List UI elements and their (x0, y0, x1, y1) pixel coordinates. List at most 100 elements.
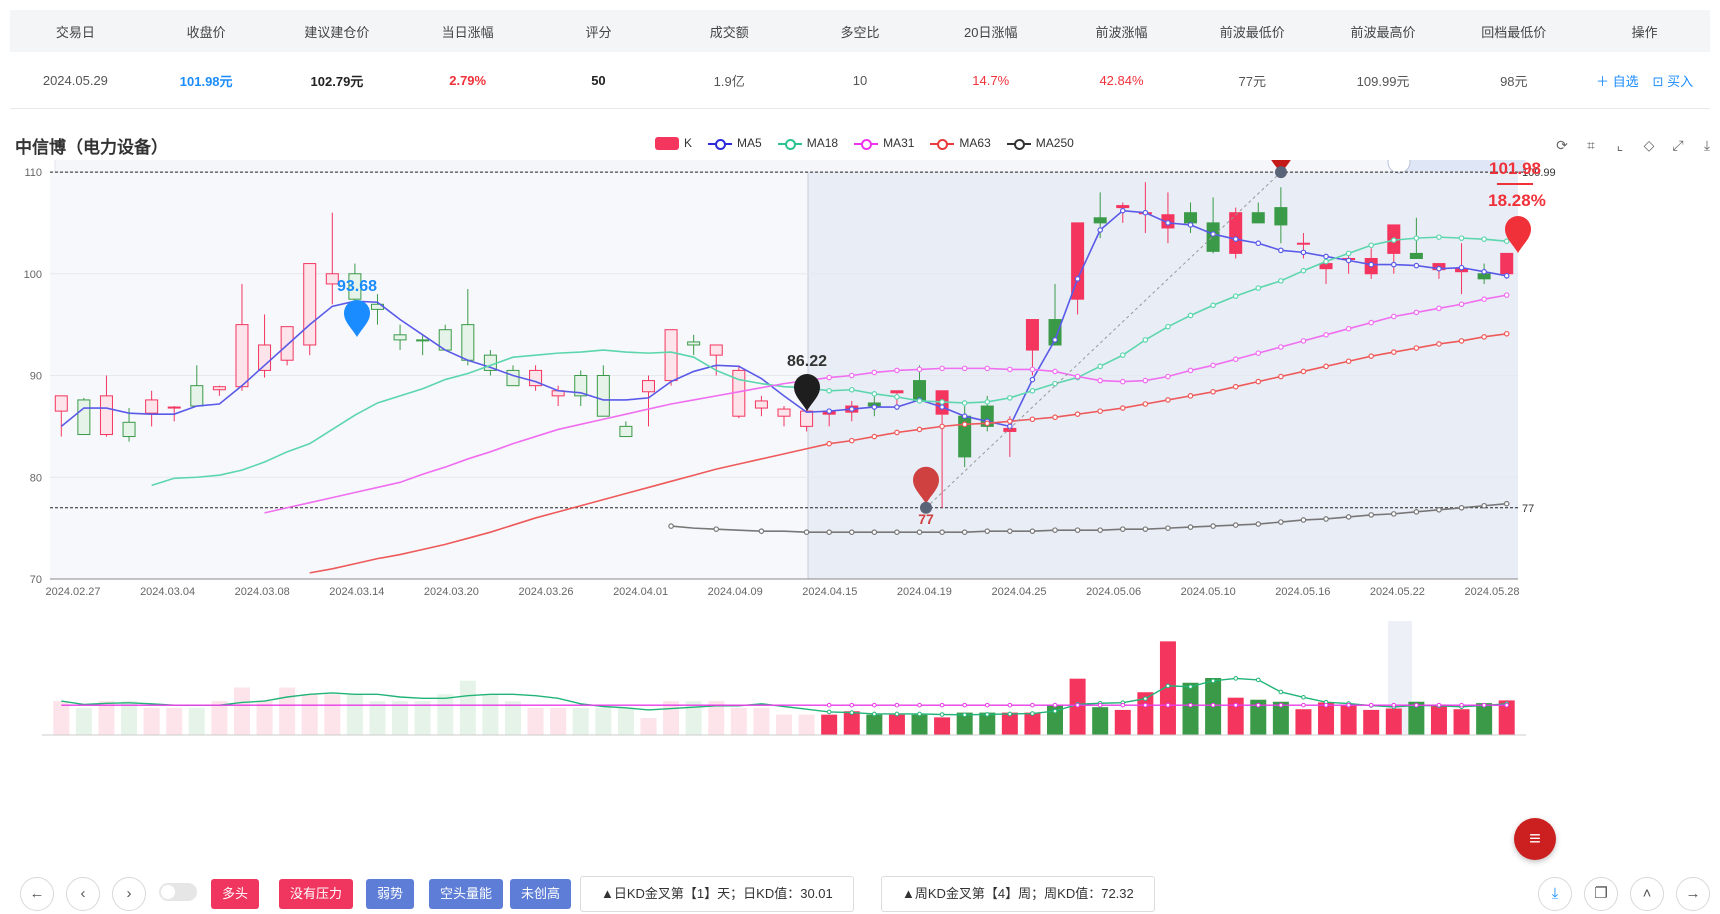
ma-point (1187, 524, 1194, 530)
ma-point (1300, 517, 1307, 523)
ma-point (1165, 397, 1171, 403)
weekly-kd-info[interactable]: ▲周KD金叉第【4】周；周KD值：72.32 (881, 876, 1155, 912)
legend-item-ma31[interactable]: MA31 (854, 136, 914, 150)
tag-weak[interactable]: 弱势 (366, 879, 415, 909)
volume-ma-point (1143, 702, 1148, 708)
scroll-top-button[interactable]: ˄ (1630, 877, 1664, 911)
ma-point (1458, 301, 1465, 308)
candle-body (235, 324, 249, 388)
trade-date: 2024.05.29 (42, 72, 108, 88)
legend-item-ma63[interactable]: MA63 (930, 136, 991, 150)
volume-bar (211, 701, 228, 735)
zoom-select-icon[interactable]: ⌗ (1582, 136, 1600, 154)
ma-point (1142, 337, 1149, 343)
legend-item-k[interactable]: K (655, 136, 692, 150)
y-tick-label: 70 (30, 574, 42, 586)
candle-body (303, 263, 317, 346)
candle-body (777, 408, 791, 417)
volume-ma-point (849, 702, 855, 708)
tag-bull[interactable]: 多头 (211, 879, 260, 909)
ma-point (939, 423, 945, 430)
volume-bar (798, 714, 815, 735)
candle-body (461, 324, 475, 361)
volume-bar (279, 687, 296, 735)
candle-body (258, 344, 272, 371)
volume-ma-point (849, 710, 855, 715)
tag-no-pressure[interactable]: 没有压力 (279, 879, 354, 909)
volume-bar (1024, 712, 1041, 735)
tag-bear-volume[interactable]: 空头量能 (429, 879, 504, 909)
next-button[interactable]: › (112, 877, 146, 911)
buy-button[interactable]: ⊡ 买入 (1653, 71, 1694, 90)
ma-point (1074, 276, 1081, 282)
volume-ma-point (1301, 702, 1306, 708)
add-watchlist-button[interactable]: ＋ 自选 (1596, 71, 1639, 90)
volume-ma-point (1368, 702, 1374, 708)
volume-ma-point (1233, 702, 1238, 708)
forward-button[interactable]: → (1676, 877, 1710, 911)
back-button[interactable]: ← (20, 877, 54, 911)
save-image-icon[interactable]: ⤓ (1698, 136, 1716, 154)
candle-body (1274, 207, 1288, 226)
volume-bar (53, 701, 70, 735)
legend-item-ma250[interactable]: MA250 (1006, 136, 1074, 150)
volume-bar (414, 701, 431, 735)
refresh-icon[interactable]: ⟳ (1553, 136, 1571, 154)
restore-icon[interactable]: ◇ (1640, 136, 1658, 154)
copy-button[interactable]: ❐ (1584, 877, 1618, 911)
zoom-reset-icon[interactable]: ⌞ (1611, 136, 1629, 154)
volume-ma-point (962, 702, 967, 708)
candle-body (416, 339, 430, 342)
ma-point (1142, 209, 1149, 216)
legend-item-ma5[interactable]: MA5 (708, 136, 762, 150)
volume-bar (821, 714, 838, 735)
chart-title: 中信博（电力设备） (15, 138, 168, 157)
prev-button[interactable]: ‹ (66, 877, 100, 911)
suggested-price: 102.79元 (310, 73, 364, 89)
ma-point (848, 529, 855, 535)
kline-chart[interactable]: 110100908070109.99772024.02.27 2024.03.04… (0, 160, 1720, 810)
tag-no-new-high[interactable]: 未创高 (510, 879, 572, 909)
volume-bar (256, 701, 273, 735)
fullscreen-icon[interactable]: ⤢ (1669, 136, 1687, 154)
volume-bar (617, 707, 634, 735)
ma-point (848, 437, 855, 444)
ma-point (1142, 401, 1149, 407)
ma-point (871, 369, 878, 376)
chevron-right-icon: › (126, 885, 132, 902)
download-button[interactable]: ⤓ (1538, 877, 1572, 911)
ma-point (939, 399, 945, 405)
ma-point (1436, 234, 1442, 240)
ma-point (1255, 240, 1262, 247)
candle-body (1071, 222, 1085, 300)
buy-icon: ⊡ (1652, 73, 1668, 89)
x-tick-label: 2024.03.08 (235, 586, 290, 598)
ma-point (1390, 313, 1397, 320)
volume-bar (504, 701, 521, 735)
daily-kd-info[interactable]: ▲日KD金叉第【1】天；日KD值：30.01 (580, 876, 854, 912)
candle-body (212, 386, 226, 391)
menu-fab[interactable]: ≡ (1514, 818, 1556, 860)
legend-label: MA63 (959, 136, 991, 150)
candle-body (280, 326, 294, 361)
volume-bar (346, 694, 363, 735)
ma-point (1187, 222, 1194, 228)
mode-toggle[interactable] (159, 883, 197, 901)
pullback-low: 98元 (1500, 73, 1528, 89)
ma-point (1142, 377, 1149, 384)
ma-point (1255, 350, 1262, 356)
ma-point (1481, 296, 1487, 302)
zoom-slider (54, 160, 1526, 173)
legend-swatch (708, 137, 733, 150)
volume-ma-point (1052, 702, 1058, 708)
volume-bar (1453, 709, 1470, 735)
x-tick-label: 2024.04.25 (991, 586, 1046, 598)
ma-point (1165, 220, 1171, 226)
volume-ma-point (1278, 702, 1284, 708)
volume-bar (1476, 703, 1493, 735)
header-cell: 评分 (585, 24, 612, 40)
candle-body (190, 385, 204, 407)
candle-body (77, 399, 91, 436)
legend-item-ma18[interactable]: MA18 (777, 136, 838, 150)
ma-point (1165, 373, 1171, 380)
